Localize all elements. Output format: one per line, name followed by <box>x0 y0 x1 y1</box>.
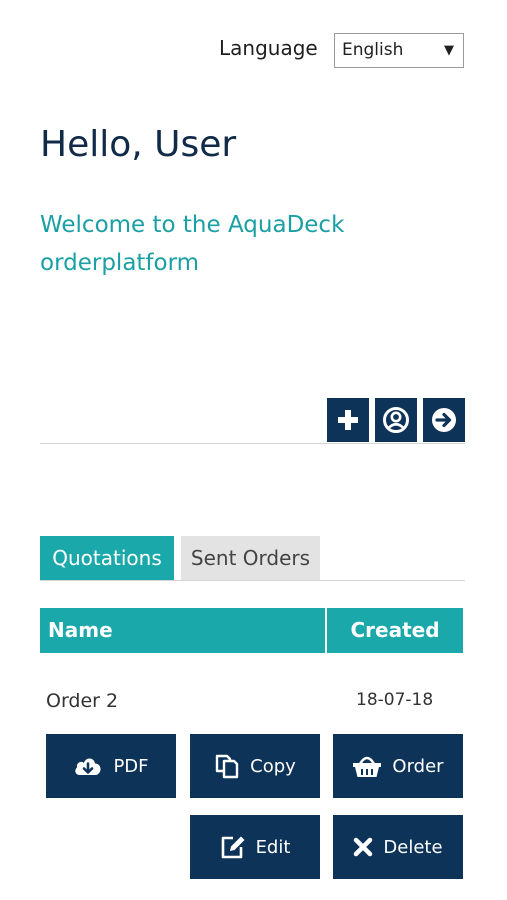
language-select[interactable]: English ▼ <box>334 33 464 68</box>
add-button[interactable] <box>327 398 369 442</box>
user-icon <box>383 407 409 433</box>
basket-icon <box>353 756 382 777</box>
welcome-line-2: orderplatform <box>40 250 200 276</box>
logout-button[interactable] <box>423 398 465 442</box>
page-title: Hello, User <box>40 124 237 165</box>
order-name-cell: Order 2 <box>46 690 119 712</box>
column-header-created[interactable]: Created <box>327 608 463 653</box>
dropdown-caret-icon: ▼ <box>444 43 454 58</box>
copy-button-label: Copy <box>250 755 296 777</box>
tab-quotations[interactable]: Quotations <box>40 536 174 580</box>
column-header-name[interactable]: Name <box>40 608 325 653</box>
language-label: Language <box>219 36 318 60</box>
delete-button[interactable]: Delete <box>333 815 463 879</box>
edit-button[interactable]: Edit <box>190 815 320 879</box>
language-selected-value: English <box>342 40 404 60</box>
welcome-message: Welcome to the AquaDeck orderplatform <box>40 206 370 282</box>
tabs-divider <box>40 580 465 581</box>
edit-icon <box>221 836 245 859</box>
pdf-button-label: PDF <box>113 755 149 777</box>
pdf-button[interactable]: PDF <box>46 734 176 798</box>
welcome-line-1: Welcome to the AquaDeck <box>40 212 345 238</box>
plus-icon <box>338 410 358 430</box>
section-divider <box>40 443 465 444</box>
copy-button[interactable]: Copy <box>190 734 320 798</box>
edit-button-label: Edit <box>255 836 291 858</box>
close-icon <box>354 837 373 857</box>
tab-sent-orders[interactable]: Sent Orders <box>181 536 320 580</box>
delete-button-label: Delete <box>383 836 443 858</box>
order-created-cell: 18-07-18 <box>356 690 434 710</box>
page: Language English ▼ Hello, User Welcome t… <box>0 0 507 900</box>
order-button[interactable]: Order <box>333 734 463 798</box>
copy-icon <box>215 754 239 779</box>
arrow-right-circle-icon <box>432 408 456 432</box>
order-button-label: Order <box>392 755 444 777</box>
cloud-download-icon <box>75 758 102 775</box>
profile-button[interactable] <box>375 398 417 442</box>
